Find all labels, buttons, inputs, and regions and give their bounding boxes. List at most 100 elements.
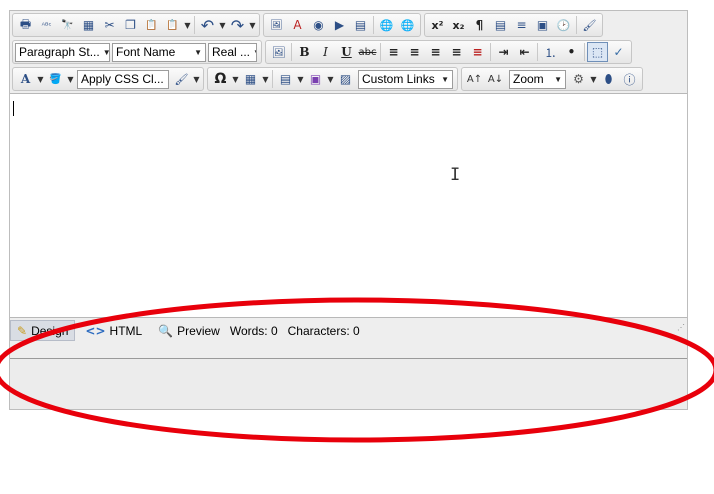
form-element-dropdown-arrow-icon[interactable]: ▼ — [326, 69, 335, 89]
toolbar-group-clipboard: 🖶 ᴬᴮᶜ 🔭 ▦ ✂ ❐ 📋 📋 ▼ ↶ ▼ ↷ ▼ — [12, 13, 260, 37]
xhtml-validator-icon[interactable]: ⬮ — [598, 69, 619, 89]
font-name-dropdown[interactable]: Font Name ▼ — [112, 42, 206, 62]
font-size-dropdown[interactable]: Real ... ▼ — [208, 42, 257, 62]
italic-icon[interactable]: I — [315, 42, 336, 62]
subscript-icon[interactable]: x₂ — [448, 15, 469, 35]
insert-video-icon[interactable]: ▶ — [329, 15, 350, 35]
symbol-icon[interactable]: Ω — [210, 69, 231, 89]
character-count: Characters: 0 — [287, 323, 360, 338]
toolbar-separator — [272, 70, 273, 88]
toolbar-separator — [194, 16, 195, 34]
outdent-icon[interactable]: ⇤ — [514, 42, 535, 62]
toolbar-group-format: x² x₂ ¶ ▤ ≡ ▣ 🕑 🖌 — [424, 13, 603, 37]
insert-flash-icon[interactable]: A — [287, 15, 308, 35]
redo-dropdown-arrow-icon[interactable]: ▼ — [248, 15, 257, 35]
paragraph-style-dropdown[interactable]: Paragraph St... ▼ — [15, 42, 110, 62]
toolbar-separator — [373, 16, 374, 34]
module-manager-icon[interactable]: ⚙ — [568, 69, 589, 89]
form-icon[interactable]: ▣ — [532, 15, 553, 35]
toolbar-separator — [380, 43, 381, 61]
strikethrough-icon[interactable]: abc — [357, 42, 378, 62]
unlink-icon[interactable]: 🌐 — [397, 15, 418, 35]
format-stripper-icon[interactable]: 🖌 — [579, 15, 600, 35]
tab-design-label: Design — [31, 323, 69, 338]
justify-icon[interactable]: ≡ — [446, 42, 467, 62]
toolbar-separator — [576, 16, 577, 34]
zoom-dropdown[interactable]: Zoom ▼ — [509, 69, 566, 89]
about-icon[interactable]: ⓘ — [619, 69, 640, 89]
css-class-dropdown[interactable]: Apply CSS Cl... ▼ — [77, 69, 169, 89]
template-icon[interactable]: ▤ — [490, 15, 511, 35]
table-icon[interactable]: ▦ — [240, 69, 261, 89]
font-size-down-icon[interactable]: A↓ — [485, 69, 506, 89]
insert-media-icon[interactable]: ◉ — [308, 15, 329, 35]
toolbar-separator — [537, 43, 538, 61]
w3c-validate-icon[interactable]: ✓ — [608, 42, 629, 62]
align-right-icon[interactable]: ≡ — [425, 42, 446, 62]
toolbar-row-1: 🖶 ᴬᴮᶜ 🔭 ▦ ✂ ❐ 📋 📋 ▼ ↶ ▼ ↷ ▼ 🖼 A ◉ ▶ ▤ 🌐 … — [12, 12, 606, 38]
find-icon[interactable]: 🔭 — [57, 15, 78, 35]
paste-special-icon[interactable]: 📋 — [162, 15, 183, 35]
tab-html[interactable]: <> HTML — [79, 320, 148, 341]
insert-document-icon[interactable]: ▤ — [350, 15, 371, 35]
chevron-down-icon: ▼ — [167, 75, 168, 84]
undo-icon[interactable]: ↶ — [197, 15, 218, 35]
font-size-value: Real ... — [212, 45, 251, 59]
highlight-color-icon[interactable]: 🪣 — [45, 69, 66, 89]
font-color-dropdown-arrow-icon[interactable]: ▼ — [36, 69, 45, 89]
time-icon[interactable]: 🕑 — [553, 15, 574, 35]
tab-design[interactable]: ✎ Design — [10, 320, 76, 341]
toolbar-separator — [490, 43, 491, 61]
underline-icon[interactable]: U — [336, 42, 357, 62]
paragraph-icon[interactable]: ¶ — [469, 15, 490, 35]
symbol-dropdown-arrow-icon[interactable]: ▼ — [231, 69, 240, 89]
module-manager-dropdown-arrow-icon[interactable]: ▼ — [589, 69, 598, 89]
tab-preview[interactable]: 🔍 Preview — [152, 320, 226, 341]
format-painter-dropdown-arrow-icon[interactable]: ▼ — [192, 69, 201, 89]
table-dropdown-arrow-icon[interactable]: ▼ — [261, 69, 270, 89]
font-color-icon[interactable]: A — [15, 69, 36, 89]
align-left-icon[interactable]: ≡ — [383, 42, 404, 62]
font-size-up-icon[interactable]: A↑ — [464, 69, 485, 89]
undo-dropdown-arrow-icon[interactable]: ▼ — [218, 15, 227, 35]
chevron-down-icon: ▼ — [441, 74, 449, 84]
insert-form-element-icon[interactable]: ▣ — [305, 69, 326, 89]
align-icon[interactable]: ≡ — [511, 15, 532, 35]
image-manager-icon[interactable]: 🖼 — [268, 42, 289, 62]
spellcheck-icon[interactable]: ᴬᴮᶜ — [36, 15, 57, 35]
text-caret — [13, 101, 14, 116]
snippets-icon[interactable]: ▤ — [275, 69, 296, 89]
editor-content-area[interactable]: I — [10, 93, 687, 318]
redo-icon[interactable]: ↷ — [227, 15, 248, 35]
indent-icon[interactable]: ⇥ — [493, 42, 514, 62]
paste-icon[interactable]: 📋 — [141, 15, 162, 35]
copy-icon[interactable]: ❐ — [120, 15, 141, 35]
superscript-icon[interactable]: x² — [427, 15, 448, 35]
bullet-list-icon[interactable]: • — [561, 42, 582, 62]
custom-links-dropdown[interactable]: Custom Links ▼ — [358, 69, 453, 89]
format-painter-icon[interactable]: 🖌 — [171, 69, 192, 89]
snippets-dropdown-arrow-icon[interactable]: ▼ — [296, 69, 305, 89]
highlight-dropdown-arrow-icon[interactable]: ▼ — [66, 69, 75, 89]
bold-icon[interactable]: B — [294, 42, 315, 62]
custom-links-value: Custom Links — [362, 72, 435, 86]
toolbar-group-insert-elements: Ω ▼ ▦ ▼ ▤ ▼ ▣ ▼ ▨ Custom Links ▼ — [207, 67, 458, 91]
toolbar-group-text-style: 🖼 B I U abc ≡ ≡ ≡ ≡ ≡ ⇥ ⇤ ⒈ • ⬚ ✓ — [265, 40, 632, 64]
font-name-value: Font Name — [116, 45, 176, 59]
numbered-list-icon[interactable]: ⒈ — [540, 42, 561, 62]
remove-alignment-icon[interactable]: ≡ — [467, 42, 488, 62]
toolbar-group-insert: 🖼 A ◉ ▶ ▤ 🌐 🌐 — [263, 13, 421, 37]
resize-grip-icon[interactable]: ⋰ — [677, 323, 685, 332]
align-center-icon[interactable]: ≡ — [404, 42, 425, 62]
paste-dropdown-arrow-icon[interactable]: ▼ — [183, 15, 192, 35]
print-icon[interactable]: 🖶 — [15, 15, 36, 35]
hyperlink-icon[interactable]: 🌐 — [376, 15, 397, 35]
mode-bar: ✎ Design <> HTML 🔍 Preview Words: 0 Char… — [10, 319, 687, 342]
insert-image-icon[interactable]: 🖼 — [266, 15, 287, 35]
toolbar-row-3: A ▼ 🪣 ▼ Apply CSS Cl... ▼ 🖌 ▼ Ω ▼ ▦ ▼ ▤ … — [12, 66, 646, 92]
cut-icon[interactable]: ✂ — [99, 15, 120, 35]
page-properties-icon[interactable]: ▨ — [335, 69, 356, 89]
toggle-borders-icon[interactable]: ⬚ — [587, 42, 608, 62]
select-all-icon[interactable]: ▦ — [78, 15, 99, 35]
toolbar-group-view: A↑ A↓ Zoom ▼ ⚙ ▼ ⬮ ⓘ — [461, 67, 643, 91]
